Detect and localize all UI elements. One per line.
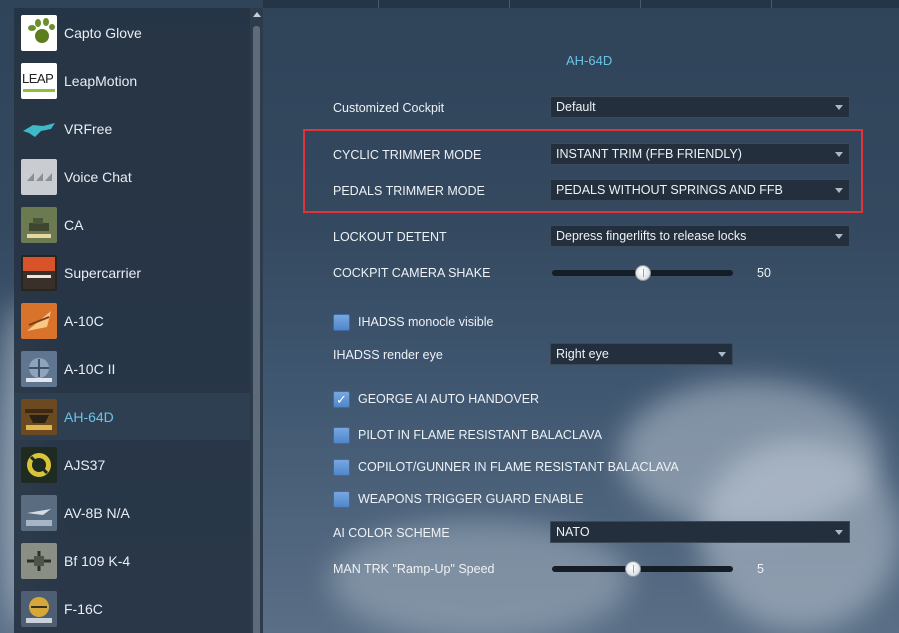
top-tab-bar <box>263 0 899 8</box>
module-item-ajs37[interactable]: AJS37 <box>14 441 250 488</box>
dropdown-value: Right eye <box>556 347 609 361</box>
man-trk-ramp-up-speed-slider[interactable] <box>552 566 733 572</box>
chevron-down-icon <box>835 105 843 110</box>
customized-cockpit-dropdown[interactable]: Default <box>550 96 850 118</box>
chevron-down-icon <box>835 530 843 535</box>
module-item-av8b[interactable]: AV-8B N/A <box>14 489 250 536</box>
module-item-vrfree[interactable]: VRFree <box>14 105 250 152</box>
customized-cockpit-label: Customized Cockpit <box>333 101 445 115</box>
module-label: F-16C <box>64 600 103 617</box>
pilot-balaclava-label: PILOT IN FLAME RESISTANT BALACLAVA <box>358 428 603 442</box>
dropdown-value: INSTANT TRIM (FFB FRIENDLY) <box>556 147 742 161</box>
module-item-a10c-ii[interactable]: A-10C II <box>14 345 250 392</box>
george-ai-auto-handover-label: GEORGE AI AUTO HANDOVER <box>358 392 540 406</box>
module-label: A-10C <box>64 312 104 329</box>
scroll-up-arrow-icon[interactable] <box>253 12 261 17</box>
pedals-trimmer-mode-label: PEDALS TRIMMER MODE <box>333 184 485 198</box>
slider-thumb[interactable] <box>634 265 651 281</box>
chevron-down-icon <box>835 234 843 239</box>
module-label: A-10C II <box>64 360 116 377</box>
a10c-icon <box>21 302 57 339</box>
supercarrier-icon <box>21 254 57 291</box>
module-item-f16c[interactable]: F-16C <box>14 585 250 632</box>
ai-color-scheme-dropdown[interactable]: NATO <box>550 521 850 543</box>
module-item-a10c[interactable]: A-10C <box>14 297 250 344</box>
module-item-supercarrier[interactable]: Supercarrier <box>14 249 250 296</box>
lockout-detent-label: LOCKOUT DETENT <box>333 230 447 244</box>
module-item-voice-chat[interactable]: Voice Chat <box>14 153 250 200</box>
module-item-leapmotion[interactable]: LEAP LeapMotion <box>14 57 250 104</box>
module-list: Capto Glove LEAP LeapMotion VRFree Voice… <box>14 8 250 633</box>
module-label: AJS37 <box>64 456 106 473</box>
ai-color-scheme-label: AI COLOR SCHEME <box>333 526 450 540</box>
module-label: Voice Chat <box>64 168 132 185</box>
module-item-ah64d[interactable]: AH-64D <box>14 393 250 440</box>
module-item-ca[interactable]: CA <box>14 201 250 248</box>
ihadss-monocle-label: IHADSS monocle visible <box>358 315 494 329</box>
ihadss-monocle-checkbox[interactable] <box>333 314 350 331</box>
chevron-down-icon <box>835 188 843 193</box>
weapons-trigger-guard-checkbox[interactable] <box>333 491 350 508</box>
dropdown-value: NATO <box>556 525 590 539</box>
module-item-bf109[interactable]: Bf 109 K-4 <box>14 537 250 584</box>
combined-arms-icon <box>21 206 57 243</box>
cyclic-trimmer-mode-dropdown[interactable]: INSTANT TRIM (FFB FRIENDLY) <box>550 143 850 165</box>
dropdown-value: Depress fingerlifts to release locks <box>556 229 747 243</box>
av8b-icon <box>21 494 57 531</box>
chevron-down-icon <box>835 152 843 157</box>
a10c-ii-icon <box>21 350 57 387</box>
cockpit-camera-shake-value: 50 <box>757 266 771 280</box>
pedals-trimmer-mode-dropdown[interactable]: PEDALS WITHOUT SPRINGS AND FFB <box>550 179 850 201</box>
copilot-balaclava-label: COPILOT/GUNNER IN FLAME RESISTANT BALACL… <box>358 460 679 474</box>
copilot-balaclava-checkbox[interactable] <box>333 459 350 476</box>
module-item-capto-glove[interactable]: Capto Glove <box>14 9 250 56</box>
cockpit-camera-shake-label: COCKPIT CAMERA SHAKE <box>333 266 491 280</box>
ajs37-icon <box>21 446 57 483</box>
module-label: Bf 109 K-4 <box>64 552 131 569</box>
checkmark-icon: ✓ <box>336 392 347 407</box>
svg-text:LEAP: LEAP <box>22 71 53 86</box>
leapmotion-icon: LEAP <box>21 62 57 99</box>
module-title: AH-64D <box>566 53 613 68</box>
dropdown-value: Default <box>556 100 596 114</box>
bf109-icon <box>21 542 57 579</box>
module-label: AH-64D <box>64 408 114 425</box>
weapons-trigger-guard-label: WEAPONS TRIGGER GUARD ENABLE <box>358 492 584 506</box>
cyclic-trimmer-mode-label: CYCLIC TRIMMER MODE <box>333 148 482 162</box>
slider-thumb[interactable] <box>624 561 641 577</box>
pilot-balaclava-checkbox[interactable] <box>333 427 350 444</box>
voice-chat-icon <box>21 158 57 195</box>
george-ai-auto-handover-checkbox[interactable]: ✓ <box>333 391 350 408</box>
ah64d-icon <box>21 398 57 435</box>
man-trk-ramp-up-speed-label: MAN TRK "Ramp-Up" Speed <box>333 562 495 576</box>
capto-glove-icon <box>21 14 57 51</box>
module-list-scrollbar[interactable] <box>250 8 263 633</box>
module-label: LeapMotion <box>64 72 138 89</box>
ihadss-render-eye-dropdown[interactable]: Right eye <box>550 343 733 365</box>
chevron-down-icon <box>718 352 726 357</box>
module-label: Capto Glove <box>64 24 142 41</box>
module-label: Supercarrier <box>64 264 142 281</box>
vrfree-icon <box>21 111 57 147</box>
scrollbar-thumb[interactable] <box>253 26 260 633</box>
dropdown-value: PEDALS WITHOUT SPRINGS AND FFB <box>556 183 783 197</box>
module-label: AV-8B N/A <box>64 504 130 521</box>
module-label: CA <box>64 216 84 233</box>
lockout-detent-dropdown[interactable]: Depress fingerlifts to release locks <box>550 225 850 247</box>
module-label: VRFree <box>64 120 113 137</box>
f16c-icon <box>21 590 57 627</box>
man-trk-ramp-up-speed-value: 5 <box>757 562 764 576</box>
ihadss-render-eye-label: IHADSS render eye <box>333 348 443 362</box>
